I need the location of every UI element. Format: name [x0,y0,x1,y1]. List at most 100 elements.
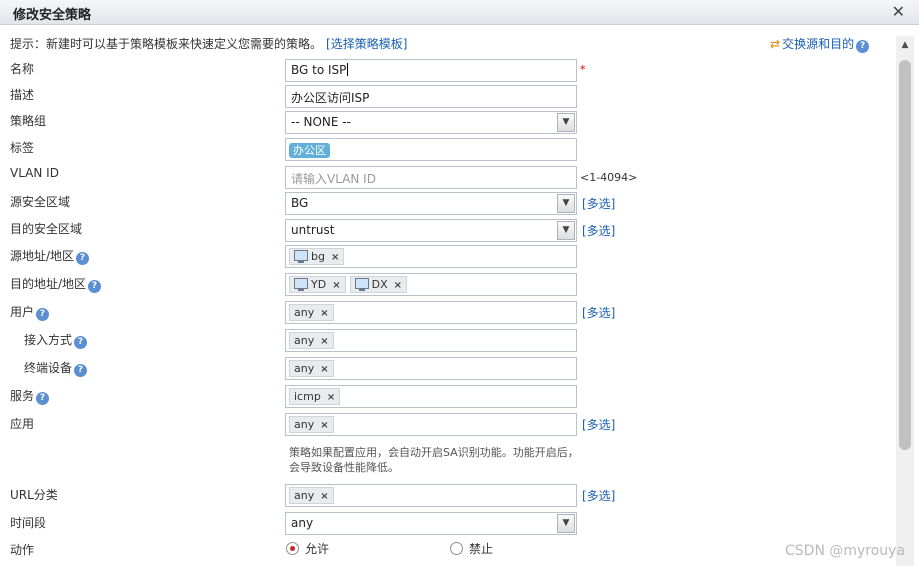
schedule-select[interactable]: any ▼ [285,512,577,535]
src-addr-label: 源地址/地区? [10,247,90,265]
chevron-down-icon[interactable]: ▼ [557,514,575,533]
src-zone-value: BG [291,196,309,210]
swap-src-dst-link[interactable]: ⇄ 交换源和目的? [770,35,870,53]
select-template-link[interactable]: [选择策略模板] [326,37,407,51]
required-marker: * [580,63,586,76]
schedule-label: 时间段 [10,516,47,530]
terminal-label: 终端设备? [24,359,88,377]
dst-addr-label: 目的地址/地区? [10,275,102,293]
policy-group-select[interactable]: -- NONE -- ▼ [285,111,577,134]
help-icon[interactable]: ? [74,364,88,377]
remove-tag-icon[interactable]: × [320,491,328,502]
value-tag: any × [289,304,334,321]
value-tag-text: any [294,418,315,431]
vlan-range: <1-4094> [580,171,638,184]
access-mode-label-text: 接入方式 [24,333,73,347]
help-icon[interactable]: ? [36,308,50,321]
vlan-input[interactable]: 请输入VLAN ID [285,166,577,189]
action-allow-label: 允许 [305,542,330,556]
radio-unselected-icon [450,542,463,555]
tag-label: 标签 [10,141,35,155]
application-label: 应用 [10,417,35,431]
name-input[interactable]: BG to ISP [285,59,577,82]
chevron-down-icon[interactable]: ▼ [557,113,575,132]
user-multi-link[interactable]: [多选] [582,304,615,321]
url-multi-link[interactable]: [多选] [582,487,615,504]
swap-arrows-icon: ⇄ [770,37,781,51]
user-label-text: 用户 [10,305,35,319]
watermark: CSDN @myrouya [785,543,906,559]
action-label: 动作 [10,543,35,557]
description-input[interactable]: 办公区访问ISP [285,85,577,108]
value-tag: icmp × [289,388,341,405]
schedule-value: any [291,516,314,530]
vertical-scrollbar[interactable]: ▲ [896,36,914,566]
dst-zone-multi-link[interactable]: [多选] [582,222,615,239]
description-value: 办公区访问ISP [291,91,370,105]
remove-tag-icon[interactable]: × [332,280,340,291]
url-input[interactable]: any × [285,484,577,507]
value-tag-text: any [294,489,315,502]
remove-tag-icon[interactable]: × [320,336,328,347]
application-note: 策略如果配置应用，会自动开启SA识别功能。功能开启后，会导致设备性能降低。 [289,446,579,474]
value-tag-text: any [294,306,315,319]
user-label: 用户? [10,303,50,321]
address-tag-text: DX [371,278,388,291]
chevron-down-icon[interactable]: ▼ [557,221,575,240]
template-hint: 提示：新建时可以基于策略模板来快速定义您需要的策略。 [选择策略模板] [10,35,407,52]
remove-tag-icon[interactable]: × [320,364,328,375]
address-tag: bg × [289,248,345,265]
dst-zone-select[interactable]: untrust ▼ [285,219,577,242]
remove-tag-icon[interactable]: × [327,392,335,403]
src-addr-input[interactable]: bg × [285,245,577,268]
help-icon[interactable]: ? [856,40,870,53]
address-tag: DX × [349,276,407,293]
close-icon[interactable]: ✕ [892,2,905,21]
name-value: BG to ISP [291,63,347,77]
value-tag: any × [289,487,334,504]
access-mode-input[interactable]: any × [285,329,577,352]
dialog-title: 修改安全策略 [13,8,92,23]
tag-pill[interactable]: 办公区 [289,143,330,158]
vlan-label: VLAN ID [10,166,59,180]
hint-text: 提示：新建时可以基于策略模板来快速定义您需要的策略。 [10,37,323,51]
help-icon[interactable]: ? [74,336,88,349]
terminal-input[interactable]: any × [285,357,577,380]
help-icon[interactable]: ? [36,392,50,405]
policy-group-value: -- NONE -- [291,115,351,129]
value-tag-text: any [294,362,315,375]
value-tag-text: any [294,334,315,347]
remove-tag-icon[interactable]: × [331,252,339,263]
monitor-icon [294,278,308,291]
tag-input[interactable]: 办公区 [285,138,577,161]
value-tag: any × [289,332,334,349]
scroll-up-icon[interactable]: ▲ [896,36,914,54]
service-label: 服务? [10,387,50,405]
src-zone-multi-link[interactable]: [多选] [582,195,615,212]
help-icon[interactable]: ? [88,280,102,293]
remove-tag-icon[interactable]: × [320,420,328,431]
help-icon[interactable]: ? [76,252,90,265]
dst-addr-input[interactable]: YD × DX × [285,273,577,296]
scrollbar-thumb[interactable] [899,60,911,450]
monitor-icon [294,250,308,263]
address-tag-text: bg [311,250,325,263]
value-tag: any × [289,360,334,377]
chevron-down-icon[interactable]: ▼ [557,194,575,213]
action-deny-radio[interactable]: 禁止 [450,540,493,557]
url-label: URL分类 [10,488,58,502]
remove-tag-icon[interactable]: × [320,308,328,319]
user-input[interactable]: any × [285,301,577,324]
value-tag: any × [289,416,334,433]
service-input[interactable]: icmp × [285,385,577,408]
address-tag: YD × [289,276,346,293]
src-zone-select[interactable]: BG ▼ [285,192,577,215]
src-addr-label-text: 源地址/地区 [10,249,75,263]
description-label: 描述 [10,88,35,102]
action-allow-radio[interactable]: 允许 [286,540,329,557]
text-caret [347,63,349,76]
policy-group-label: 策略组 [10,114,47,128]
application-input[interactable]: any × [285,413,577,436]
application-multi-link[interactable]: [多选] [582,416,615,433]
remove-tag-icon[interactable]: × [394,280,402,291]
